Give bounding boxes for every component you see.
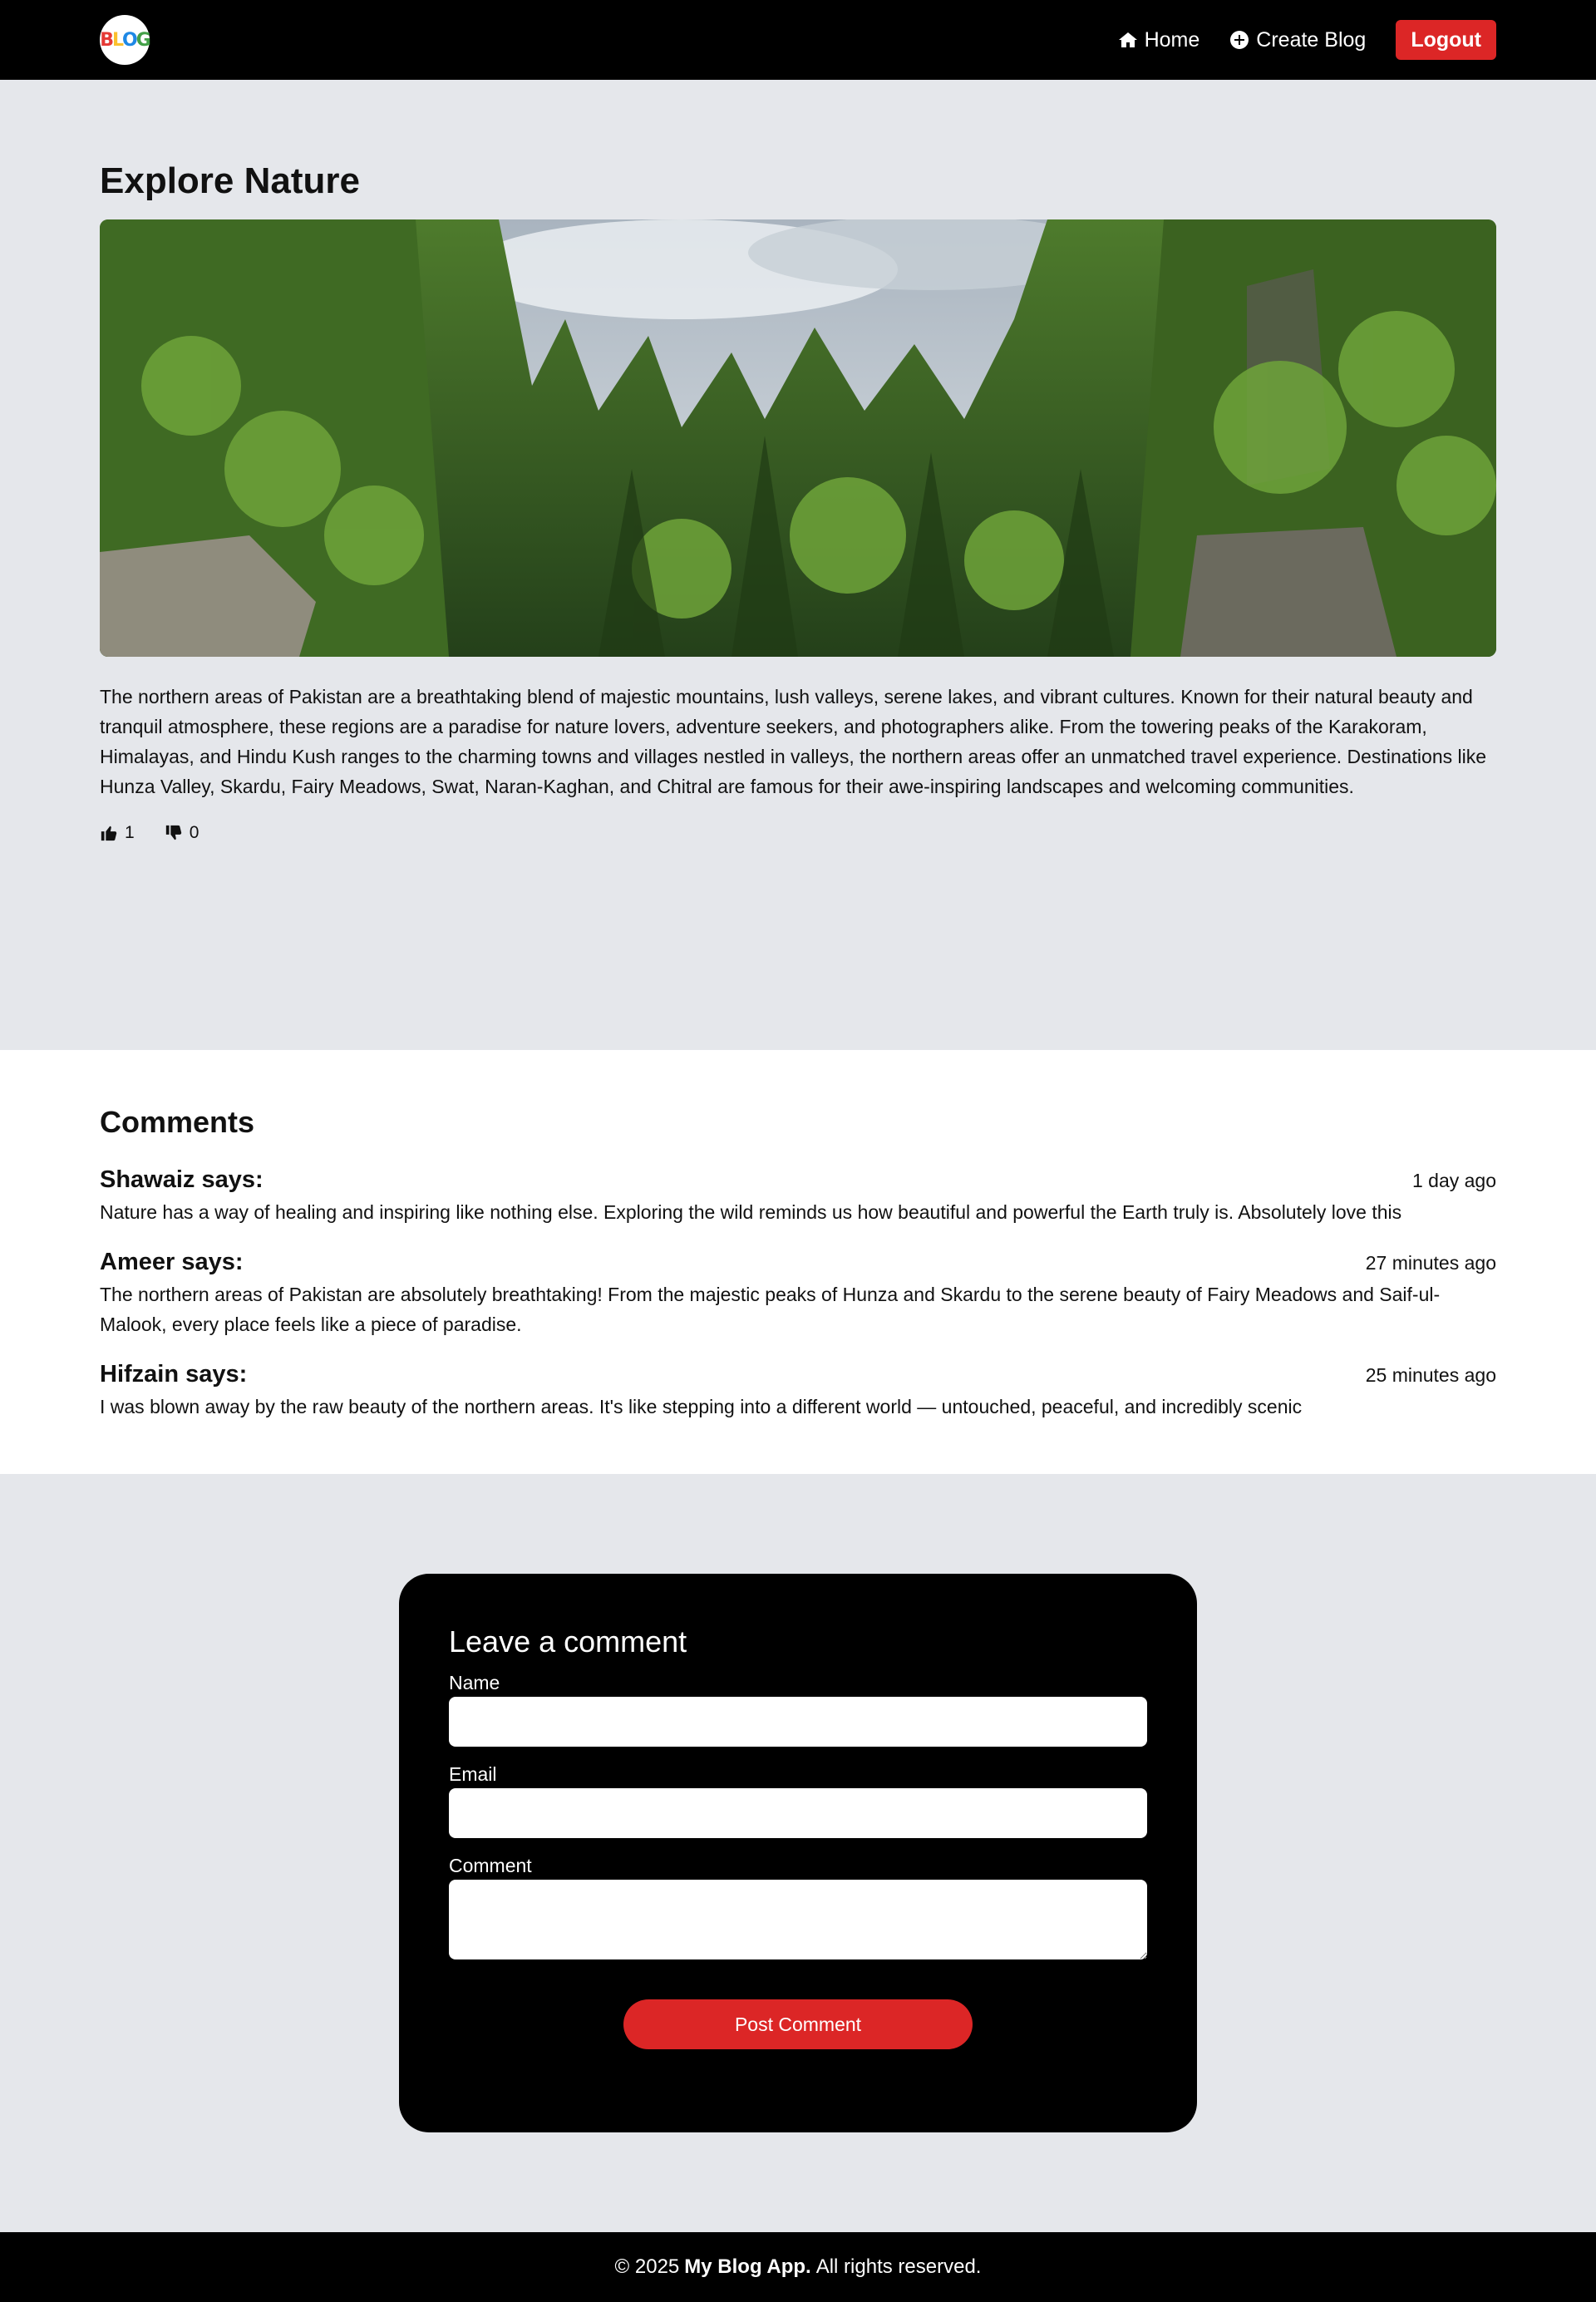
logout-button[interactable]: Logout xyxy=(1396,20,1496,60)
comment-text: I was blown away by the raw beauty of th… xyxy=(100,1396,1303,1417)
nav-links: Home Create Blog Logout xyxy=(1088,20,1496,60)
post-body: The northern areas of Pakistan are a bre… xyxy=(100,686,1487,797)
footer-copyright: © 2025 xyxy=(614,2255,680,2278)
logo-letter: B xyxy=(100,29,114,51)
comment-item: Shawaiz says: 1 day ago Nature has a way… xyxy=(100,1166,1496,1227)
email-input[interactable] xyxy=(449,1788,1147,1838)
reactions: 1 0 xyxy=(100,823,1496,843)
nav-create-blog-label: Create Blog xyxy=(1256,27,1367,52)
comment-item: Ameer says: 27 minutes ago The northern … xyxy=(100,1249,1496,1339)
comments-title: Comments xyxy=(100,1105,255,1139)
navbar: BLOG Home Create Blog Logout xyxy=(0,0,1596,80)
home-icon xyxy=(1118,32,1137,47)
comment-time: 27 minutes ago xyxy=(1365,1252,1496,1274)
form-title: Leave a comment xyxy=(449,1624,687,1659)
name-input[interactable] xyxy=(449,1697,1147,1747)
comment-text: Nature has a way of healing and inspirin… xyxy=(100,1201,1402,1223)
comment-author: Shawaiz says: xyxy=(100,1166,264,1193)
footer-brand: My Blog App. xyxy=(684,2255,811,2278)
like-button[interactable]: 1 xyxy=(100,823,135,843)
comments-section: Comments Shawaiz says: 1 day ago Nature … xyxy=(0,1050,1596,1474)
comment-label: Comment xyxy=(449,1855,532,1876)
dislike-button[interactable]: 0 xyxy=(165,823,200,843)
email-label: Email xyxy=(449,1763,497,1785)
nav-home-link[interactable]: Home xyxy=(1118,27,1200,52)
footer: © 2025 My Blog App. All rights reserved. xyxy=(0,2232,1596,2302)
dislike-count: 0 xyxy=(189,823,200,842)
logo-letter: G xyxy=(135,29,151,51)
comment-time: 1 day ago xyxy=(1411,1170,1496,1191)
blog-post: Explore Nature The northern areas of Pak… xyxy=(100,158,1496,843)
comment-author: Hifzain says: xyxy=(100,1361,248,1388)
footer-rights: All rights reserved. xyxy=(815,2255,982,2278)
plus-circle-icon xyxy=(1230,31,1249,49)
comment-time: 25 minutes ago xyxy=(1365,1364,1496,1386)
comment-item: Hifzain says: 25 minutes ago I was blown… xyxy=(100,1361,1496,1422)
comment-author: Ameer says: xyxy=(100,1249,244,1275)
name-label: Name xyxy=(449,1672,500,1693)
logo-letter: L xyxy=(111,29,124,51)
forest-image xyxy=(100,219,1496,657)
thumbs-down-icon xyxy=(165,825,181,840)
like-count: 1 xyxy=(125,823,135,842)
logo-letter: O xyxy=(122,29,138,51)
post-image xyxy=(100,219,1496,657)
comment-textarea[interactable] xyxy=(449,1880,1147,1959)
comment-form: Leave a comment Name Email Comment Post … xyxy=(399,1574,1197,2132)
logo[interactable]: BLOG xyxy=(100,15,151,65)
comment-text: The northern areas of Pakistan are absol… xyxy=(100,1284,1441,1335)
nav-create-blog-link[interactable]: Create Blog xyxy=(1229,28,1366,52)
nav-home-label: Home xyxy=(1144,27,1200,52)
post-title: Explore Nature xyxy=(100,160,360,201)
post-comment-button[interactable]: Post Comment xyxy=(623,1999,973,2049)
thumbs-up-icon xyxy=(101,826,117,841)
